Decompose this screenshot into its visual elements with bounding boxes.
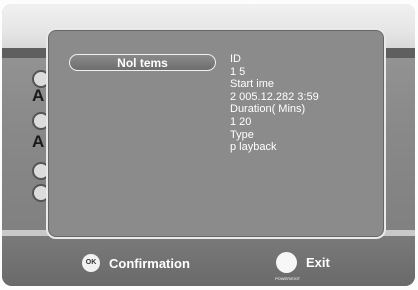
screen-frame: A A Nol tems ID 1 5 Start ime 2 005.12.2… [2, 4, 415, 286]
exit-icon [276, 252, 297, 273]
detail-label-type: Type [230, 128, 254, 141]
background-menu-letter: A [32, 132, 45, 151]
footer-bar [2, 236, 415, 286]
detail-value-type: p layback [230, 141, 277, 154]
recording-info-popup: Nol tems ID 1 5 Start ime 2 005.12.282 3… [46, 28, 386, 239]
ok-icon: OK [82, 254, 100, 272]
recording-details: ID 1 5 Start ime 2 005.12.282 3:59 Durat… [230, 53, 319, 154]
detail-value-start-time: 2 005.12.282 3:59 [230, 90, 319, 103]
background-menu-letter: A [32, 86, 45, 105]
exit-button[interactable]: Exit [276, 252, 330, 273]
detail-label-start-time: Start ime [230, 78, 275, 91]
detail-value-duration: 1 20 [230, 115, 252, 128]
highlighted-menu-item[interactable]: Nol tems [69, 54, 216, 71]
confirmation-label: Confirmation [109, 255, 190, 271]
detail-label-duration: Duration( Mins) [230, 103, 306, 116]
exit-icon-caption: POWER/EXIT [275, 276, 301, 281]
exit-label: Exit [306, 255, 330, 270]
detail-label-id: ID [230, 53, 241, 65]
detail-value-id: 1 5 [230, 65, 246, 78]
confirmation-button[interactable]: OK Confirmation [82, 254, 190, 272]
